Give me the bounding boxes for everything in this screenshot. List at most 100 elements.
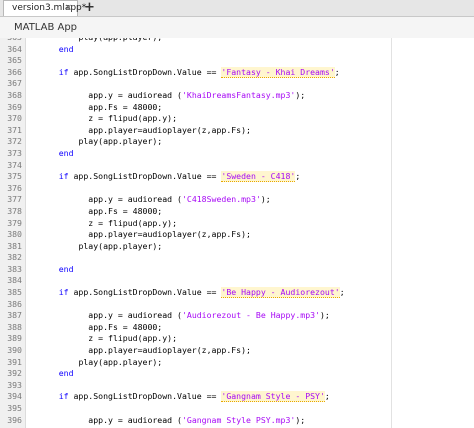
code-text: z = flipud(app.y);	[39, 218, 177, 230]
line-number: 372	[7, 136, 22, 147]
code-token: app.player=audioplayer(z,app.Fs);	[88, 124, 251, 135]
keyword-token: end	[58, 43, 74, 54]
code-token: app.SongListDropDown.Value ==	[68, 391, 222, 402]
code-line[interactable]: 371 app.player=audioplayer(z,app.Fs);	[0, 125, 474, 137]
code-token: app.y = audioread (	[88, 89, 182, 100]
code-line[interactable]: 377 app.y = audioread ('C418Sweden.mp3')…	[0, 194, 474, 206]
code-line[interactable]: 384	[0, 275, 474, 287]
code-line[interactable]: 389 z = flipud(app.y);	[0, 333, 474, 345]
code-token: app.SongListDropDown.Value ==	[68, 66, 222, 77]
code-token: z = flipud(app.y);	[88, 333, 178, 344]
code-line[interactable]: 381 play(app.player);	[0, 241, 474, 253]
line-number: 393	[7, 379, 22, 390]
string-literal-highlighted: 'Gangnam Style - PSY'	[221, 391, 325, 403]
code-line[interactable]: 375 if app.SongListDropDown.Value == 'Sw…	[0, 171, 474, 183]
code-line[interactable]: 376	[0, 183, 474, 195]
editor-tab-bar: version3.mlapp* × +	[0, 0, 474, 17]
line-number: 377	[7, 194, 22, 205]
code-line[interactable]: 386	[0, 299, 474, 311]
line-number: 376	[7, 182, 22, 193]
string-literal: 'C418Sweden.mp3'	[181, 194, 261, 205]
code-token: );	[295, 414, 306, 425]
code-line[interactable]: 392 end	[0, 368, 474, 380]
code-line[interactable]: 380 app.player=audioplayer(z,app.Fs);	[0, 229, 474, 241]
line-number: 382	[7, 252, 22, 263]
code-token: );	[260, 194, 271, 205]
code-line[interactable]: 391 play(app.player);	[0, 357, 474, 369]
code-text: z = flipud(app.y);	[39, 113, 177, 125]
line-number: 390	[7, 345, 22, 356]
code-text: z = flipud(app.y);	[39, 333, 177, 345]
line-number: 388	[7, 321, 22, 332]
code-text: end	[39, 368, 74, 380]
code-token: app.Fs = 48000;	[88, 205, 163, 216]
code-line[interactable]: 372 play(app.player);	[0, 136, 474, 148]
code-line[interactable]: 395	[0, 403, 474, 415]
code-token: ;	[339, 287, 345, 298]
line-number: 367	[7, 78, 22, 89]
code-line[interactable]: 367	[0, 78, 474, 90]
line-number: 364	[7, 43, 22, 54]
line-number: 385	[7, 287, 22, 298]
code-token: app.SongListDropDown.Value ==	[68, 287, 222, 298]
string-literal-highlighted: 'Be Happy - Audiorezout'	[221, 287, 340, 299]
line-number: 366	[7, 66, 22, 77]
line-number: 374	[7, 159, 22, 170]
line-number: 380	[7, 229, 22, 240]
code-token: app.SongListDropDown.Value ==	[68, 171, 222, 182]
keyword-token: end	[58, 263, 74, 274]
code-line[interactable]: 385 if app.SongListDropDown.Value == 'Be…	[0, 287, 474, 299]
code-line[interactable]: 383 end	[0, 264, 474, 276]
app-label: MATLAB App	[14, 22, 78, 33]
add-tab-icon[interactable]: +	[84, 0, 95, 15]
line-number: 394	[7, 391, 22, 402]
code-line[interactable]: 369 app.Fs = 48000;	[0, 102, 474, 114]
tab-title: version3.mlapp*	[12, 3, 87, 13]
line-number: 381	[7, 240, 22, 251]
code-line[interactable]: 366 if app.SongListDropDown.Value == 'Fa…	[0, 66, 474, 79]
line-number: 389	[7, 333, 22, 344]
code-line[interactable]: 382	[0, 252, 474, 264]
code-line[interactable]: 370 z = flipud(app.y);	[0, 113, 474, 125]
code-text: if app.SongListDropDown.Value == 'Gangna…	[39, 391, 330, 403]
code-line[interactable]: 387 app.y = audioread ('Audiorezout - Be…	[0, 310, 474, 322]
code-text: app.y = audioread ('Audiorezout - Be Hap…	[39, 310, 330, 322]
code-text: app.player=audioplayer(z,app.Fs);	[39, 229, 251, 241]
code-token: app.Fs = 48000;	[88, 101, 163, 112]
code-text: end	[39, 44, 74, 56]
code-line[interactable]: 393	[0, 380, 474, 392]
code-text: app.player=audioplayer(z,app.Fs);	[39, 345, 251, 357]
code-token: z = flipud(app.y);	[88, 113, 178, 124]
app-title-bar: MATLAB App	[0, 17, 474, 39]
close-icon[interactable]: ×	[64, 1, 72, 16]
line-number: 375	[7, 171, 22, 182]
code-token: app.Fs = 48000;	[88, 321, 163, 332]
code-line[interactable]: 396 app.y = audioread ('Gangnam Style PS…	[0, 415, 474, 427]
code-token: );	[320, 310, 330, 321]
code-line[interactable]: 373 end	[0, 148, 474, 160]
code-token: play(app.player);	[78, 356, 163, 367]
code-token: app.y = audioread (	[88, 194, 182, 205]
code-token: ;	[324, 391, 330, 402]
code-line[interactable]: 374	[0, 160, 474, 172]
code-token: ;	[334, 66, 340, 77]
line-number: 396	[7, 414, 22, 425]
code-token: z = flipud(app.y);	[88, 217, 178, 228]
line-number: 395	[7, 403, 22, 413]
tab-version3-mlapp[interactable]: version3.mlapp* ×	[3, 0, 86, 16]
keyword-token: if	[58, 171, 69, 182]
code-token: play(app.player);	[78, 240, 163, 251]
code-line[interactable]: 364 end	[0, 44, 474, 56]
line-number: 373	[7, 147, 22, 158]
code-line[interactable]: 368 app.y = audioread ('KhaiDreamsFantas…	[0, 90, 474, 102]
code-editor[interactable]: 363 play(app.player);364 end365366 if ap…	[0, 38, 474, 428]
string-literal: 'Audiorezout - Be Happy.mp3'	[181, 310, 320, 321]
code-text: if app.SongListDropDown.Value == 'Be Hap…	[39, 287, 345, 299]
code-line[interactable]: 394 if app.SongListDropDown.Value == 'Ga…	[0, 391, 474, 403]
code-line[interactable]: 378 app.Fs = 48000;	[0, 206, 474, 218]
code-line[interactable]: 388 app.Fs = 48000;	[0, 322, 474, 334]
code-line[interactable]: 390 app.player=audioplayer(z,app.Fs);	[0, 345, 474, 357]
code-line[interactable]: 365	[0, 55, 474, 67]
code-line[interactable]: 379 z = flipud(app.y);	[0, 218, 474, 230]
code-text: app.Fs = 48000;	[39, 206, 162, 218]
